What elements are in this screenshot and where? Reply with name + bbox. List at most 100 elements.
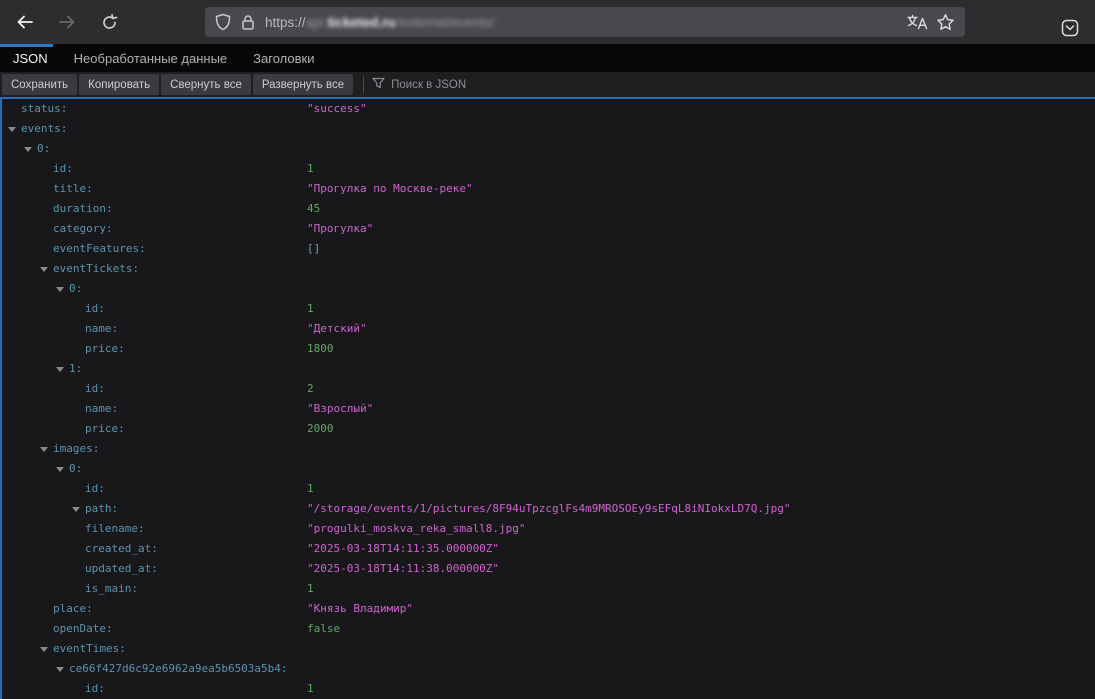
twisty-icon[interactable] [40, 647, 48, 652]
copy-button[interactable]: Копировать [79, 74, 159, 95]
twisty-icon[interactable] [8, 127, 16, 132]
json-key: id: [85, 679, 105, 699]
json-key: price: [85, 419, 125, 439]
json-key: id: [53, 159, 73, 179]
json-key: 0: [37, 139, 50, 159]
json-key: 0: [69, 279, 82, 299]
url-bar[interactable]: https://api.ticketed.ru/external/events/ [205, 7, 965, 37]
tab-json[interactable]: JSON [0, 44, 61, 72]
json-value: "2025-03-18T14:11:35.000000Z" [307, 539, 499, 559]
url-text: https://api.ticketed.ru/external/events/ [265, 15, 495, 30]
json-key: id: [85, 299, 105, 319]
twisty-icon[interactable] [56, 667, 64, 672]
twisty-icon[interactable] [72, 507, 80, 512]
json-row[interactable]: id:1 [2, 159, 1095, 179]
twisty-icon[interactable] [40, 267, 48, 272]
translate-icon[interactable] [906, 13, 928, 31]
json-row[interactable]: name:"Детский" [2, 319, 1095, 339]
back-icon [16, 14, 34, 30]
json-row[interactable]: events: [2, 119, 1095, 139]
json-row[interactable]: title:"Прогулка по Москве-реке" [2, 179, 1095, 199]
forward-button[interactable] [50, 5, 84, 39]
bookmark-star-icon[interactable] [936, 13, 955, 31]
tab-headers[interactable]: Заголовки [240, 44, 327, 72]
json-row[interactable]: id:1 [2, 299, 1095, 319]
json-key: eventFeatures: [53, 239, 146, 259]
json-row[interactable]: name:"Взрослый" [2, 399, 1095, 419]
reload-button[interactable] [92, 5, 126, 39]
pocket-button[interactable] [1053, 11, 1087, 45]
json-key: 1: [69, 359, 82, 379]
json-row[interactable]: eventTickets: [2, 259, 1095, 279]
json-key: filename: [85, 519, 145, 539]
json-key: eventTickets: [53, 259, 139, 279]
json-row[interactable]: eventTimes: [2, 639, 1095, 659]
json-row[interactable]: is_main: 1 [2, 579, 1095, 599]
json-row[interactable]: place:"Князь Владимир" [2, 599, 1095, 619]
tab-raw-data-label: Необработанные данные [74, 51, 227, 66]
json-key: id: [85, 379, 105, 399]
json-key: id: [85, 479, 105, 499]
json-value: false [307, 619, 340, 639]
json-row[interactable]: eventFeatures:[] [2, 239, 1095, 259]
json-key: openDate: [53, 619, 113, 639]
save-button[interactable]: Сохранить [2, 74, 77, 95]
json-row[interactable]: price:2000 [2, 419, 1095, 439]
json-row[interactable]: category: "Прогулка" [2, 219, 1095, 239]
json-value: 1 [307, 579, 314, 599]
json-row[interactable]: id: 1 [2, 679, 1095, 699]
browser-window: https://api.ticketed.ru/external/events/… [0, 0, 1095, 699]
json-key: name: [85, 319, 118, 339]
json-row[interactable]: 0: [2, 139, 1095, 159]
json-viewer-tabstrip: JSON Необработанные данные Заголовки [0, 44, 1095, 72]
collapse-all-button[interactable]: Свернуть все [161, 74, 251, 95]
tab-raw-data[interactable]: Необработанные данные [61, 44, 240, 72]
json-row[interactable]: 0: [2, 279, 1095, 299]
json-value: "Прогулка" [307, 219, 373, 239]
expand-all-button[interactable]: Развернуть все [253, 74, 353, 95]
json-key: created_at: [85, 539, 158, 559]
json-viewer: status:"success"events:0:id:1title:"Прог… [0, 97, 1095, 699]
lock-icon[interactable] [241, 14, 255, 31]
json-row[interactable]: created_at: "2025-03-18T14:11:35.000000Z" [2, 539, 1095, 559]
twisty-icon[interactable] [56, 467, 64, 472]
json-row[interactable]: 0: [2, 459, 1095, 479]
json-key: title: [53, 179, 93, 199]
twisty-icon[interactable] [24, 147, 32, 152]
json-value: 1 [307, 679, 314, 699]
back-button[interactable] [8, 5, 42, 39]
json-row[interactable]: filename: "progulki_moskva_reka_small8.jp… [2, 519, 1095, 539]
filter-icon [372, 77, 385, 92]
json-value: "progulki_moskva_reka_small8.jpg" [307, 519, 526, 539]
twisty-icon[interactable] [56, 287, 64, 292]
forward-icon [58, 14, 76, 30]
json-row[interactable]: 1: [2, 359, 1095, 379]
json-rows: status:"success"events:0:id:1title:"Прог… [2, 99, 1095, 699]
json-toolbar: Сохранить Копировать Свернуть все Развер… [0, 72, 1095, 97]
json-key: path: [85, 499, 118, 519]
browser-toolbar: https://api.ticketed.ru/external/events/ [0, 0, 1095, 44]
json-row[interactable]: path:"/storage/events/1/pictures/8F94uTp… [2, 499, 1095, 519]
twisty-icon[interactable] [40, 447, 48, 452]
json-value: 1800 [307, 339, 334, 359]
shield-icon[interactable] [215, 13, 231, 31]
twisty-icon[interactable] [56, 367, 64, 372]
json-row[interactable]: ce66f427d6c92e6962a9ea5b6503a5b4: [2, 659, 1095, 679]
json-row[interactable]: price:1800 [2, 339, 1095, 359]
json-key: duration: [53, 199, 113, 219]
json-row[interactable]: openDate: false [2, 619, 1095, 639]
json-row[interactable]: id:1 [2, 479, 1095, 499]
json-row[interactable]: id:2 [2, 379, 1095, 399]
json-row[interactable]: status:"success" [2, 99, 1095, 119]
tab-headers-label: Заголовки [253, 51, 314, 66]
pocket-icon [1060, 18, 1080, 38]
reload-icon [101, 14, 118, 31]
json-key: is_main: [85, 579, 138, 599]
json-row[interactable]: updated_at:"2025-03-18T14:11:38.000000Z" [2, 559, 1095, 579]
json-value: "2025-03-18T14:11:38.000000Z" [307, 559, 499, 579]
json-row[interactable]: images: [2, 439, 1095, 459]
json-value: 45 [307, 199, 320, 219]
json-key: category: [53, 219, 113, 239]
json-search-input[interactable]: Поиск в JSON [372, 77, 466, 92]
json-row[interactable]: duration: 45 [2, 199, 1095, 219]
